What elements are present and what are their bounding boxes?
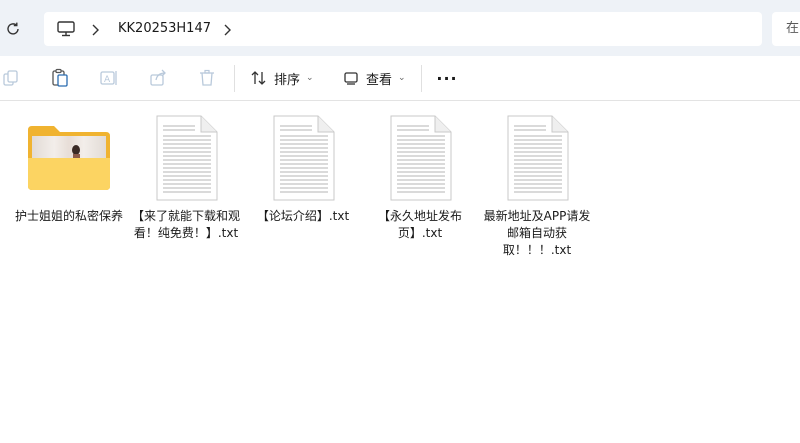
toolbar-divider	[421, 65, 422, 92]
refresh-button[interactable]	[0, 16, 26, 42]
chevron-down-icon: ⌄	[306, 73, 314, 83]
file-item[interactable]: 【论坛介绍】.txt	[248, 110, 358, 260]
address-row: KK20253H147 在	[0, 0, 800, 56]
file-name: 【来了就能下载和观看！纯免费！】.txt	[131, 209, 240, 240]
file-name: 护士姐姐的私密保养	[14, 209, 123, 223]
search-box[interactable]: 在	[772, 12, 800, 46]
chevron-right-icon[interactable]	[222, 22, 232, 36]
text-document-icon	[248, 114, 358, 204]
toolbar-divider	[234, 65, 235, 92]
chevron-down-icon: ⌄	[398, 73, 406, 83]
address-bar[interactable]: KK20253H147	[44, 12, 762, 46]
command-bar: A 排序 ⌄ 查看 ⌄ ···	[0, 56, 800, 101]
file-name: 【永久地址发布页】.txt	[377, 209, 462, 240]
breadcrumb-folder[interactable]: KK20253H147	[118, 20, 211, 38]
trash-icon[interactable]	[197, 68, 217, 88]
folder-icon	[14, 114, 124, 204]
text-document-icon	[365, 114, 475, 204]
folder-item[interactable]: 护士姐姐的私密保养	[14, 110, 124, 260]
file-name: 最新地址及APP请发邮箱自动获取！！！.txt	[483, 209, 591, 257]
svg-text:A: A	[104, 75, 111, 85]
copy-icon[interactable]	[2, 68, 22, 88]
sort-label: 排序	[274, 72, 301, 88]
sort-icon	[251, 71, 266, 85]
view-icon	[344, 72, 358, 85]
view-button[interactable]: 查看 ⌄	[342, 64, 406, 92]
chevron-right-icon[interactable]	[90, 22, 100, 36]
file-item[interactable]: 【来了就能下载和观看！纯免费！】.txt	[131, 110, 241, 260]
sort-button[interactable]: 排序 ⌄	[250, 64, 314, 92]
refresh-icon	[7, 22, 19, 35]
share-icon[interactable]	[148, 68, 168, 88]
search-placeholder: 在	[786, 21, 800, 36]
text-document-icon	[482, 114, 592, 204]
file-name: 【论坛介绍】.txt	[256, 209, 350, 223]
paste-icon[interactable]	[50, 68, 70, 88]
view-label: 查看	[366, 72, 393, 88]
text-document-icon	[131, 114, 241, 204]
more-options-button[interactable]: ···	[436, 66, 458, 90]
file-item[interactable]: 最新地址及APP请发邮箱自动获取！！！.txt	[482, 110, 592, 260]
rename-icon[interactable]: A	[99, 68, 119, 88]
file-item[interactable]: 【永久地址发布页】.txt	[365, 110, 475, 260]
monitor-icon[interactable]	[56, 20, 76, 38]
